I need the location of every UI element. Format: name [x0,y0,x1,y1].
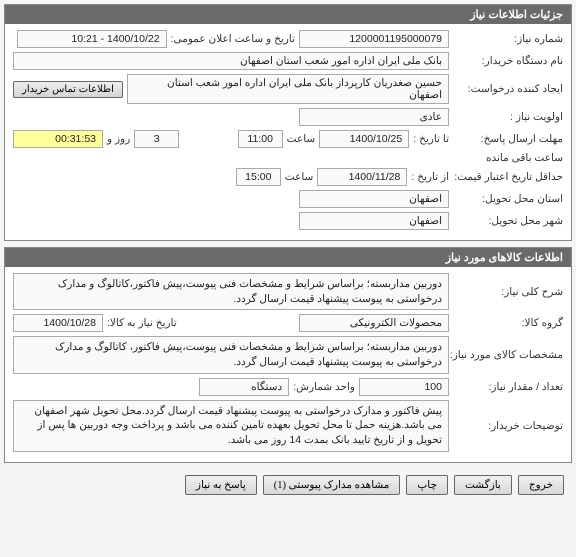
order-unit-value: دستگاه [199,378,289,396]
delivery-province-value: اصفهان [299,190,449,208]
days-left-value: 3 [134,130,179,148]
goods-info-section: اطلاعات کالاهای مورد نیاز شرح کلی نیاز: … [4,247,572,463]
goods-spec-label: مشخصات کالای مورد نیاز: [453,349,563,361]
from-date-label: از تاریخ : [411,171,449,183]
goods-info-body: شرح کلی نیاز: دوربین مداربسته؛ براساس شر… [5,267,571,462]
goods-group-label: گروه کالا: [453,317,563,329]
reply-button[interactable]: پاسخ به نیاز [185,475,257,495]
goods-date-label: تاریخ نیاز به کالا: [107,317,177,329]
order-unit-label: واحد شمارش: [293,381,355,393]
announce-datetime-label: تاریخ و ساعت اعلان عمومی: [171,33,295,45]
need-number-label: شماره نیاز: [453,33,563,45]
announce-datetime-value: 1400/10/22 - 10:21 [17,30,167,48]
need-desc-value: دوربین مداربسته؛ براساس شرایط و مشخصات ف… [13,273,449,310]
need-number-value: 1200001195000079 [299,30,449,48]
buyer-org-label: نام دستگاه خریدار: [453,55,563,67]
delivery-province-label: استان محل تحویل: [453,193,563,205]
buyer-notes-label: توضیحات خریدار: [453,420,563,432]
qty-label: تعداد / مقدار نیاز: [453,381,563,393]
delivery-city-label: شهر محل تحویل: [453,215,563,227]
delivery-city-value: اصفهان [299,212,449,230]
hours-left-label: ساعت باقی مانده [486,152,563,164]
requester-value: حسین صغدریان کارپرداز بانک ملی ایران ادا… [127,74,449,104]
priority-label: اولویت نیاز : [453,111,563,123]
buyer-org-value: بانک ملی ایران اداره امور شعب استان اصفه… [13,52,449,70]
price-hour-value: 15:00 [236,168,281,186]
reply-deadline-label: مهلت ارسال پاسخ: [453,133,563,145]
buyer-notes-value: پیش فاکتور و مدارک درخواستی به پیوست پیش… [13,400,449,452]
goods-spec-value: دوربین مداربسته؛ براساس شرایط و مشخصات ف… [13,336,449,373]
attachments-button[interactable]: مشاهده مدارک پیوستی (1) [263,475,401,495]
goods-group-value: محصولات الکترونیکی [299,314,449,332]
requester-label: ایجاد کننده درخواست: [453,83,563,95]
priority-value: عادی [299,108,449,126]
to-date-label-1: تا تاریخ : [413,133,449,145]
qty-value: 100 [359,378,449,396]
action-button-bar: پاسخ به نیاز مشاهده مدارک پیوستی (1) چاپ… [4,469,572,501]
need-details-body: شماره نیاز: 1200001195000079 تاریخ و ساع… [5,24,571,240]
reply-hour-value: 11:00 [238,130,283,148]
price-from-date-value: 1400/11/28 [317,168,407,186]
back-button[interactable]: بازگشت [454,475,512,495]
goods-info-header: اطلاعات کالاهای مورد نیاز [5,248,571,267]
time-left-value: 00:31:53 [13,130,103,148]
hour-label-2: ساعت [285,171,314,183]
print-button[interactable]: چاپ [406,475,448,495]
exit-button[interactable]: خروج [518,475,564,495]
days-and-label: روز و [107,133,130,145]
need-details-section: جزئیات اطلاعات نیاز شماره نیاز: 12000011… [4,4,572,241]
hour-label-1: ساعت [287,133,316,145]
need-details-header: جزئیات اطلاعات نیاز [5,5,571,24]
buyer-contact-button[interactable]: اطلاعات تماس خریدار [13,81,123,98]
need-desc-label: شرح کلی نیاز: [453,286,563,298]
price-validity-label: حداقل تاریخ اعتبار قیمت: [453,171,563,183]
reply-to-date-value: 1400/10/25 [319,130,409,148]
goods-date-value: 1400/10/28 [13,314,103,332]
